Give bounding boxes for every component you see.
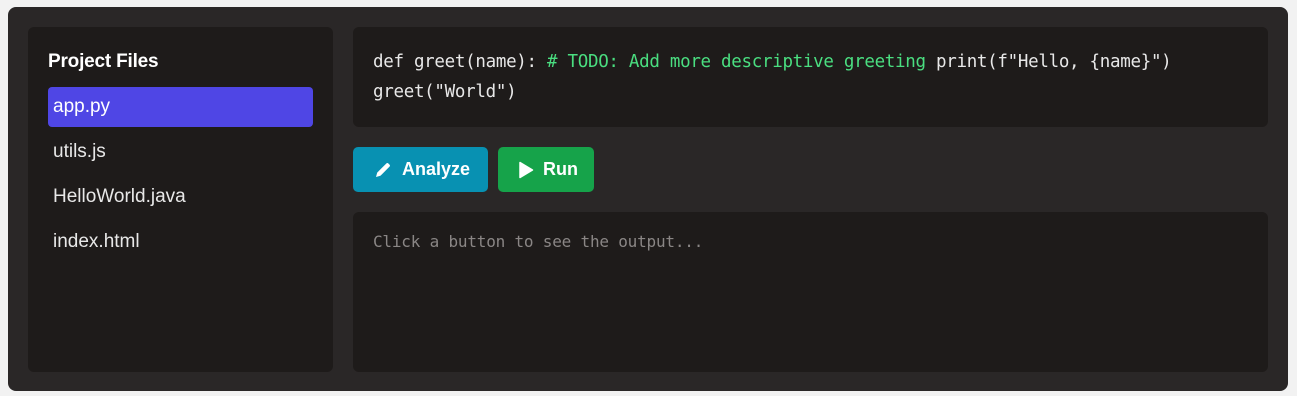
sidebar-title: Project Files	[48, 51, 159, 72]
code-editor[interactable]: def greet(name): # TODO: Add more descri…	[353, 27, 1268, 127]
pencil-icon	[373, 160, 393, 180]
analyze-button[interactable]: Analyze	[353, 147, 488, 192]
run-label: Run	[543, 159, 578, 179]
play-icon	[518, 161, 534, 179]
run-button[interactable]: Run	[498, 147, 594, 192]
project-files-sidebar: Project Files app.py utils.js HelloWorld…	[28, 27, 333, 372]
file-item-app-py[interactable]: app.py	[48, 87, 313, 127]
file-item-index-html[interactable]: index.html	[48, 222, 313, 262]
file-item-utils-js[interactable]: utils.js	[48, 132, 313, 172]
code-line-1-rest: print(f"Hello, {name}")	[925, 52, 1172, 72]
code-line-1-code: def greet(name):	[373, 52, 548, 72]
file-item-helloworld-java[interactable]: HelloWorld.java	[48, 177, 313, 217]
analyze-label: Analyze	[402, 159, 471, 179]
output-placeholder: Click a button to see the output...	[373, 232, 704, 251]
action-buttons: Analyze Run	[353, 147, 594, 192]
code-editor-app: Project Files app.py utils.js HelloWorld…	[8, 7, 1288, 391]
output-panel: Click a button to see the output...	[353, 212, 1268, 372]
code-comment: # TODO: Add more descriptive greeting	[547, 52, 926, 72]
file-list: app.py utils.js HelloWorld.java index.ht…	[48, 87, 313, 267]
code-line-2: greet("World")	[373, 82, 517, 102]
